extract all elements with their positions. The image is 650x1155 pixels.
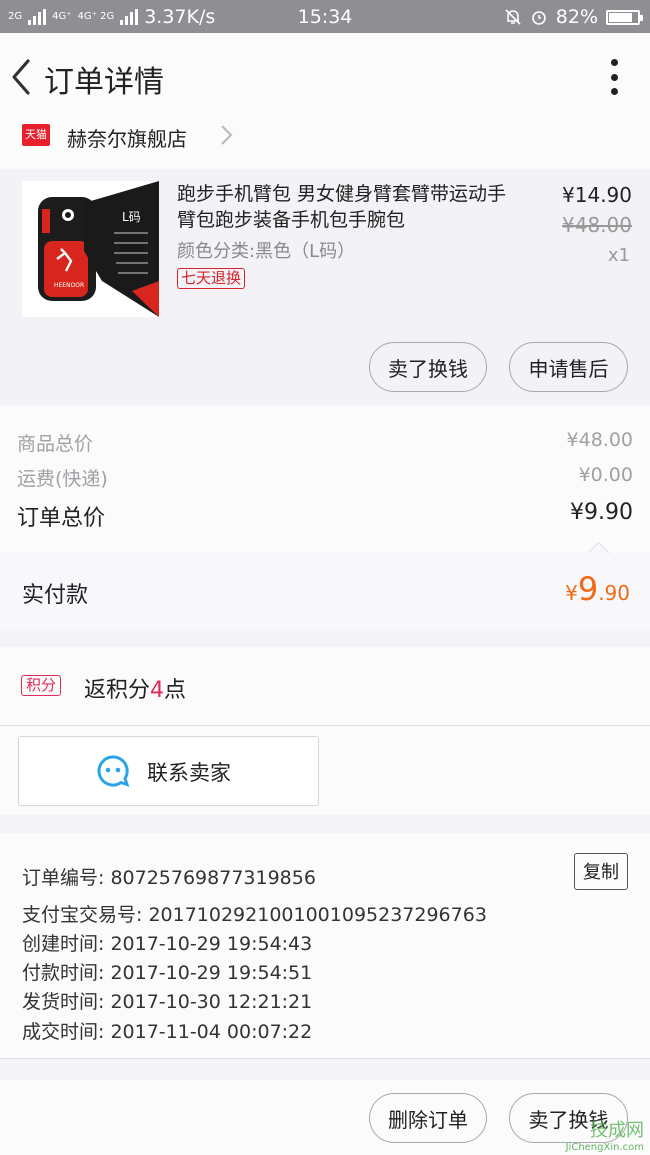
battery-percent: 82%: [555, 6, 598, 28]
paid-time: 付款时间: 2017-10-29 19:54:51: [22, 962, 313, 984]
order-total-row: 订单总价 ¥9.90: [17, 500, 633, 532]
battery-icon: [606, 9, 643, 25]
shop-name[interactable]: 赫奈尔旗舰店: [67, 123, 187, 152]
return-policy-badge: 七天退换: [177, 268, 246, 289]
points-text-before: 返积分: [84, 678, 151, 703]
battery-level: [609, 12, 632, 22]
points-badge: 积分: [21, 675, 62, 696]
chevron-right-icon: [221, 125, 233, 145]
product-card[interactable]: HEENOOR L码 跑步手机臂包 男女健身臂套臂带运动手臂包跑步装备手机包手腕…: [0, 169, 650, 405]
paid-label: 实付款: [22, 583, 89, 608]
bottom-action-bar: 删除订单 卖了换钱 技成网 JiChengXin.com: [0, 1080, 650, 1155]
paid-amount-decimal: .90: [598, 581, 630, 605]
points-text: 返积分4点: [84, 672, 186, 704]
more-menu-icon[interactable]: [608, 59, 620, 95]
copy-button[interactable]: 复制: [574, 853, 628, 890]
paid-currency: ¥: [565, 581, 578, 605]
divider: [0, 725, 650, 726]
shipping-row: 运费(快递) ¥0.00: [17, 464, 633, 491]
product-thumbnail[interactable]: HEENOOR L码: [22, 181, 159, 317]
alipay-trade-number: 支付宝交易号: 2017102921001001095237296763: [22, 904, 487, 926]
thumb-size-label: L码: [122, 210, 141, 224]
goods-total-value: ¥48.00: [566, 429, 633, 451]
back-arrow-icon[interactable]: [6, 55, 36, 99]
paid-amount: ¥9.90: [565, 570, 630, 608]
alarm-icon: [531, 11, 546, 25]
product-title[interactable]: 跑步手机臂包 男女健身臂套臂带运动手臂包跑步装备手机包手腕包: [177, 181, 517, 233]
quantity: x1: [607, 245, 630, 266]
created-time: 创建时间: 2017-10-29 19:54:43: [22, 933, 313, 955]
watermark-mark: 技成网: [590, 1120, 644, 1141]
tmall-icon: 天猫: [22, 124, 50, 146]
chat-bubble-icon: [97, 755, 130, 787]
product-sku: 颜色分类:黑色（L码）: [177, 241, 356, 262]
status-bar: 2G 4G⁺ 4G⁺ 2G 3.37K/s 15:34 82%: [0, 0, 650, 33]
app-header: 订单详情: [0, 33, 650, 121]
order-info-section: 订单编号: 80725769877319856 支付宝交易号: 20171029…: [0, 833, 650, 1059]
shop-row[interactable]: 天猫 赫奈尔旗舰店: [0, 121, 650, 169]
paid-amount-integer: 9: [577, 570, 599, 608]
status-right: 82%: [504, 6, 643, 28]
shipping-value: ¥0.00: [578, 464, 633, 486]
goods-total-label: 商品总价: [17, 433, 94, 455]
shipped-time: 发货时间: 2017-10-30 12:21:21: [22, 991, 313, 1013]
paid-amount-row: 实付款 ¥9.90: [0, 553, 650, 631]
contact-seller-button[interactable]: 联系卖家: [18, 736, 319, 806]
thumb-brand-text: HEENOOR: [54, 282, 84, 289]
contact-seller-label: 联系卖家: [147, 761, 231, 785]
points-value: 4: [150, 678, 165, 703]
points-section: 积分 返积分4点 联系卖家: [0, 647, 650, 815]
price-original: ¥48.00: [562, 213, 632, 237]
points-text-after: 点: [164, 678, 187, 703]
armband-image: HEENOOR L码: [22, 181, 159, 317]
page-title: 订单详情: [44, 65, 164, 100]
site-watermark: 技成网 JiChengXin.com: [566, 1116, 644, 1153]
price-current: ¥14.90: [562, 183, 632, 207]
shipping-label: 运费(快递): [17, 468, 108, 490]
watermark-site: JiChengXin.com: [565, 1142, 644, 1153]
completed-time: 成交时间: 2017-11-04 00:07:22: [22, 1021, 313, 1043]
mute-bell-icon: [505, 9, 521, 25]
order-total-label: 订单总价: [17, 506, 106, 531]
after-sales-button[interactable]: 申请售后: [509, 342, 628, 392]
sell-for-cash-button[interactable]: 卖了换钱: [369, 342, 487, 392]
delete-order-button[interactable]: 删除订单: [369, 1093, 487, 1143]
price-summary: 商品总价 ¥48.00 运费(快递) ¥0.00 订单总价 ¥9.90: [0, 405, 650, 564]
order-total-value: ¥9.90: [570, 500, 633, 525]
goods-total-row: 商品总价 ¥48.00: [17, 429, 633, 456]
order-number: 订单编号: 80725769877319856: [22, 867, 316, 889]
